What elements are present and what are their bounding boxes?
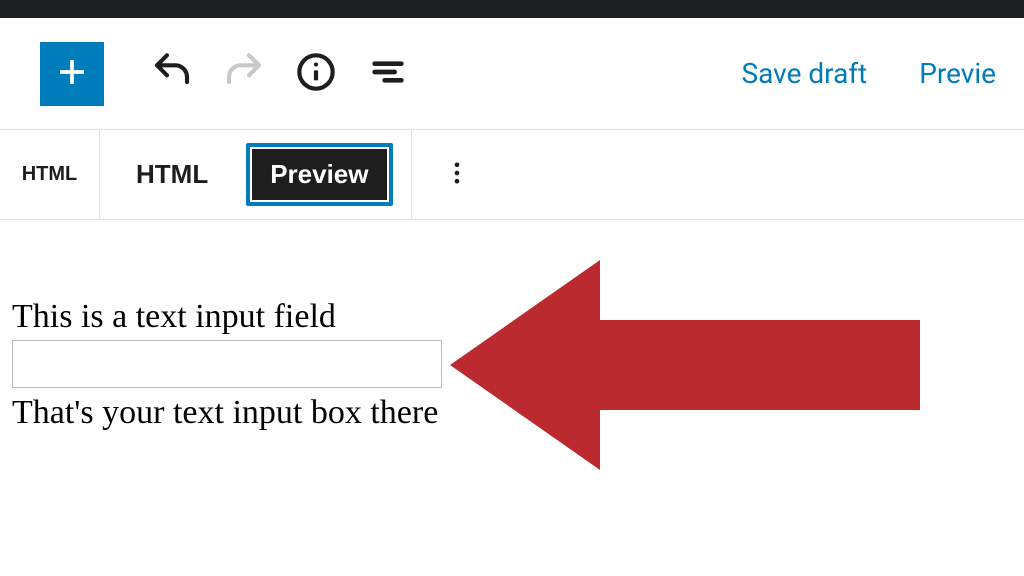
tab-html[interactable]: HTML: [118, 145, 226, 204]
redo-button[interactable]: [220, 50, 268, 98]
preview-button[interactable]: Previe: [905, 49, 996, 98]
demo-text-input[interactable]: [12, 340, 442, 388]
redo-icon: [224, 52, 264, 96]
undo-icon: [152, 52, 192, 96]
add-block-button[interactable]: [40, 42, 104, 106]
window-top-bar: [0, 0, 1024, 18]
save-draft-button[interactable]: Save draft: [728, 49, 882, 98]
outline-button[interactable]: [364, 50, 412, 98]
list-outline-icon: [368, 52, 408, 96]
more-options-button[interactable]: [412, 130, 502, 219]
plus-icon: [54, 54, 90, 94]
block-toolbar: HTML HTML Preview: [0, 130, 1024, 220]
info-icon: [296, 52, 336, 96]
tab-preview-label: Preview: [252, 149, 386, 200]
editor-top-toolbar: Save draft Previe: [0, 18, 1024, 130]
input-label-above: This is a text input field: [12, 298, 1024, 336]
block-type-label: HTML: [22, 163, 78, 186]
tab-preview-active[interactable]: Preview: [246, 143, 392, 206]
undo-button[interactable]: [148, 50, 196, 98]
block-mode-tabs: HTML Preview: [100, 130, 412, 219]
more-vertical-icon: [443, 159, 471, 191]
input-label-below: That's your text input box there: [12, 394, 1024, 432]
info-button[interactable]: [292, 50, 340, 98]
block-type-indicator[interactable]: HTML: [0, 130, 100, 219]
block-preview-content: This is a text input field That's your t…: [0, 220, 1024, 432]
